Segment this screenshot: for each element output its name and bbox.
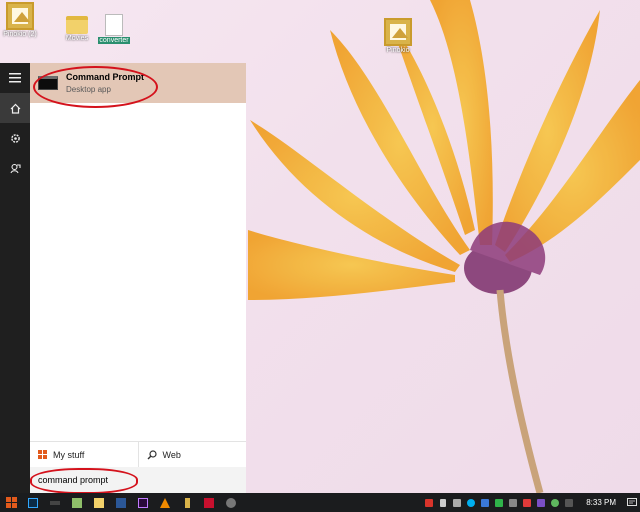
home-icon — [10, 103, 20, 114]
folder-icon — [94, 497, 104, 508]
settings-button[interactable] — [0, 123, 30, 153]
desktop-icon-movies[interactable]: Movies — [57, 16, 97, 43]
taskbar: 8:33 PM — [0, 493, 640, 512]
acrobat-icon — [204, 497, 214, 508]
skype-icon — [467, 498, 476, 507]
gray-app-icon — [509, 498, 518, 507]
tray-blue-app[interactable] — [478, 493, 492, 512]
purple-app-icon — [537, 498, 546, 507]
sync-icon — [551, 498, 560, 507]
filter-my-stuff-label: My stuff — [53, 449, 85, 460]
taskbar-app-vlc[interactable] — [154, 493, 176, 512]
search-results-panel: Command Prompt Desktop app My stuff Web — [30, 63, 246, 493]
search-filter-bar: My stuff Web — [30, 441, 246, 467]
start-menu: Command Prompt Desktop app My stuff Web — [0, 63, 246, 493]
desktop-icon-pinokio-2[interactable]: Pinokio (2) — [0, 2, 40, 39]
desktop-icon-label: converter — [98, 37, 130, 44]
word-icon — [116, 497, 126, 508]
feedback-button[interactable] — [0, 153, 30, 183]
tray-skype[interactable] — [464, 493, 478, 512]
filter-web-label: Web — [162, 449, 181, 460]
desktop-icon-converter[interactable]: converter — [94, 14, 134, 45]
network-icon — [453, 498, 462, 507]
desktop-icon-label: Pinokio (2) — [3, 31, 37, 38]
result-subtitle: Desktop app — [66, 85, 111, 94]
tray-green-app[interactable] — [492, 493, 506, 512]
best-match-command-prompt[interactable]: Command Prompt Desktop app — [30, 63, 246, 103]
tray-dark-app[interactable] — [562, 493, 576, 512]
tray-red-icon[interactable] — [422, 493, 436, 512]
desktop-icon-pinokio[interactable]: Pinokio — [378, 18, 418, 55]
hamburger-icon — [9, 73, 21, 83]
search-box[interactable] — [30, 467, 246, 493]
taskbar-app-folder[interactable] — [88, 493, 110, 512]
tray-purple-app[interactable] — [534, 493, 548, 512]
taskbar-app-pen[interactable] — [176, 493, 198, 512]
picture-icon — [6, 2, 34, 30]
document-icon — [105, 14, 123, 36]
windows-logo-icon — [38, 450, 47, 459]
tray-volume[interactable] — [436, 493, 450, 512]
red-app-icon — [425, 498, 434, 507]
hamburger-menu-button[interactable] — [0, 63, 30, 93]
tray-red-app[interactable] — [520, 493, 534, 512]
gear-icon — [10, 133, 20, 143]
taskbar-clock[interactable]: 8:33 PM — [576, 498, 624, 507]
tray-gray-app[interactable] — [506, 493, 520, 512]
notification-icon — [627, 498, 637, 506]
red-app-icon — [523, 498, 532, 507]
search-icon — [147, 449, 157, 459]
search-input[interactable] — [38, 475, 218, 485]
green-app-icon — [495, 498, 504, 507]
tool-icon — [226, 497, 236, 508]
network-icon — [50, 500, 60, 505]
pen-icon — [184, 497, 190, 508]
premiere-icon — [138, 497, 148, 508]
tray-sync-app[interactable] — [548, 493, 562, 512]
desktop-icon-label: Movies — [65, 35, 89, 42]
taskbar-app-premiere[interactable] — [132, 493, 154, 512]
start-menu-rail — [0, 63, 30, 493]
taskbar-app-network[interactable] — [44, 493, 66, 512]
filter-my-stuff[interactable]: My stuff — [30, 442, 138, 467]
taskbar-app-acrobat[interactable] — [198, 493, 220, 512]
command-prompt-icon — [38, 76, 58, 90]
dark-app-icon — [565, 498, 574, 507]
start-button[interactable] — [0, 493, 22, 512]
vlc-icon — [160, 497, 170, 508]
feedback-icon — [9, 163, 21, 173]
windows-logo-icon — [5, 497, 17, 508]
volume-icon — [440, 498, 447, 507]
taskbar-app-word[interactable] — [110, 493, 132, 512]
desktop-icon-label: Pinokio — [386, 47, 410, 54]
result-title: Command Prompt — [66, 72, 145, 82]
taskbar-app-tool[interactable] — [220, 493, 242, 512]
system-tray: 8:33 PM — [422, 493, 640, 512]
folder-icon — [66, 16, 88, 34]
taskbar-app-explorer[interactable] — [66, 493, 88, 512]
file-explorer-icon — [72, 497, 82, 508]
action-center-button[interactable] — [624, 493, 640, 512]
filter-web[interactable]: Web — [137, 442, 247, 467]
blue-app-icon — [481, 498, 490, 507]
home-button[interactable] — [0, 93, 30, 123]
photoshop-icon — [28, 497, 38, 508]
tray-network[interactable] — [450, 493, 464, 512]
picture-icon — [384, 18, 412, 46]
taskbar-app-photoshop[interactable] — [22, 493, 44, 512]
